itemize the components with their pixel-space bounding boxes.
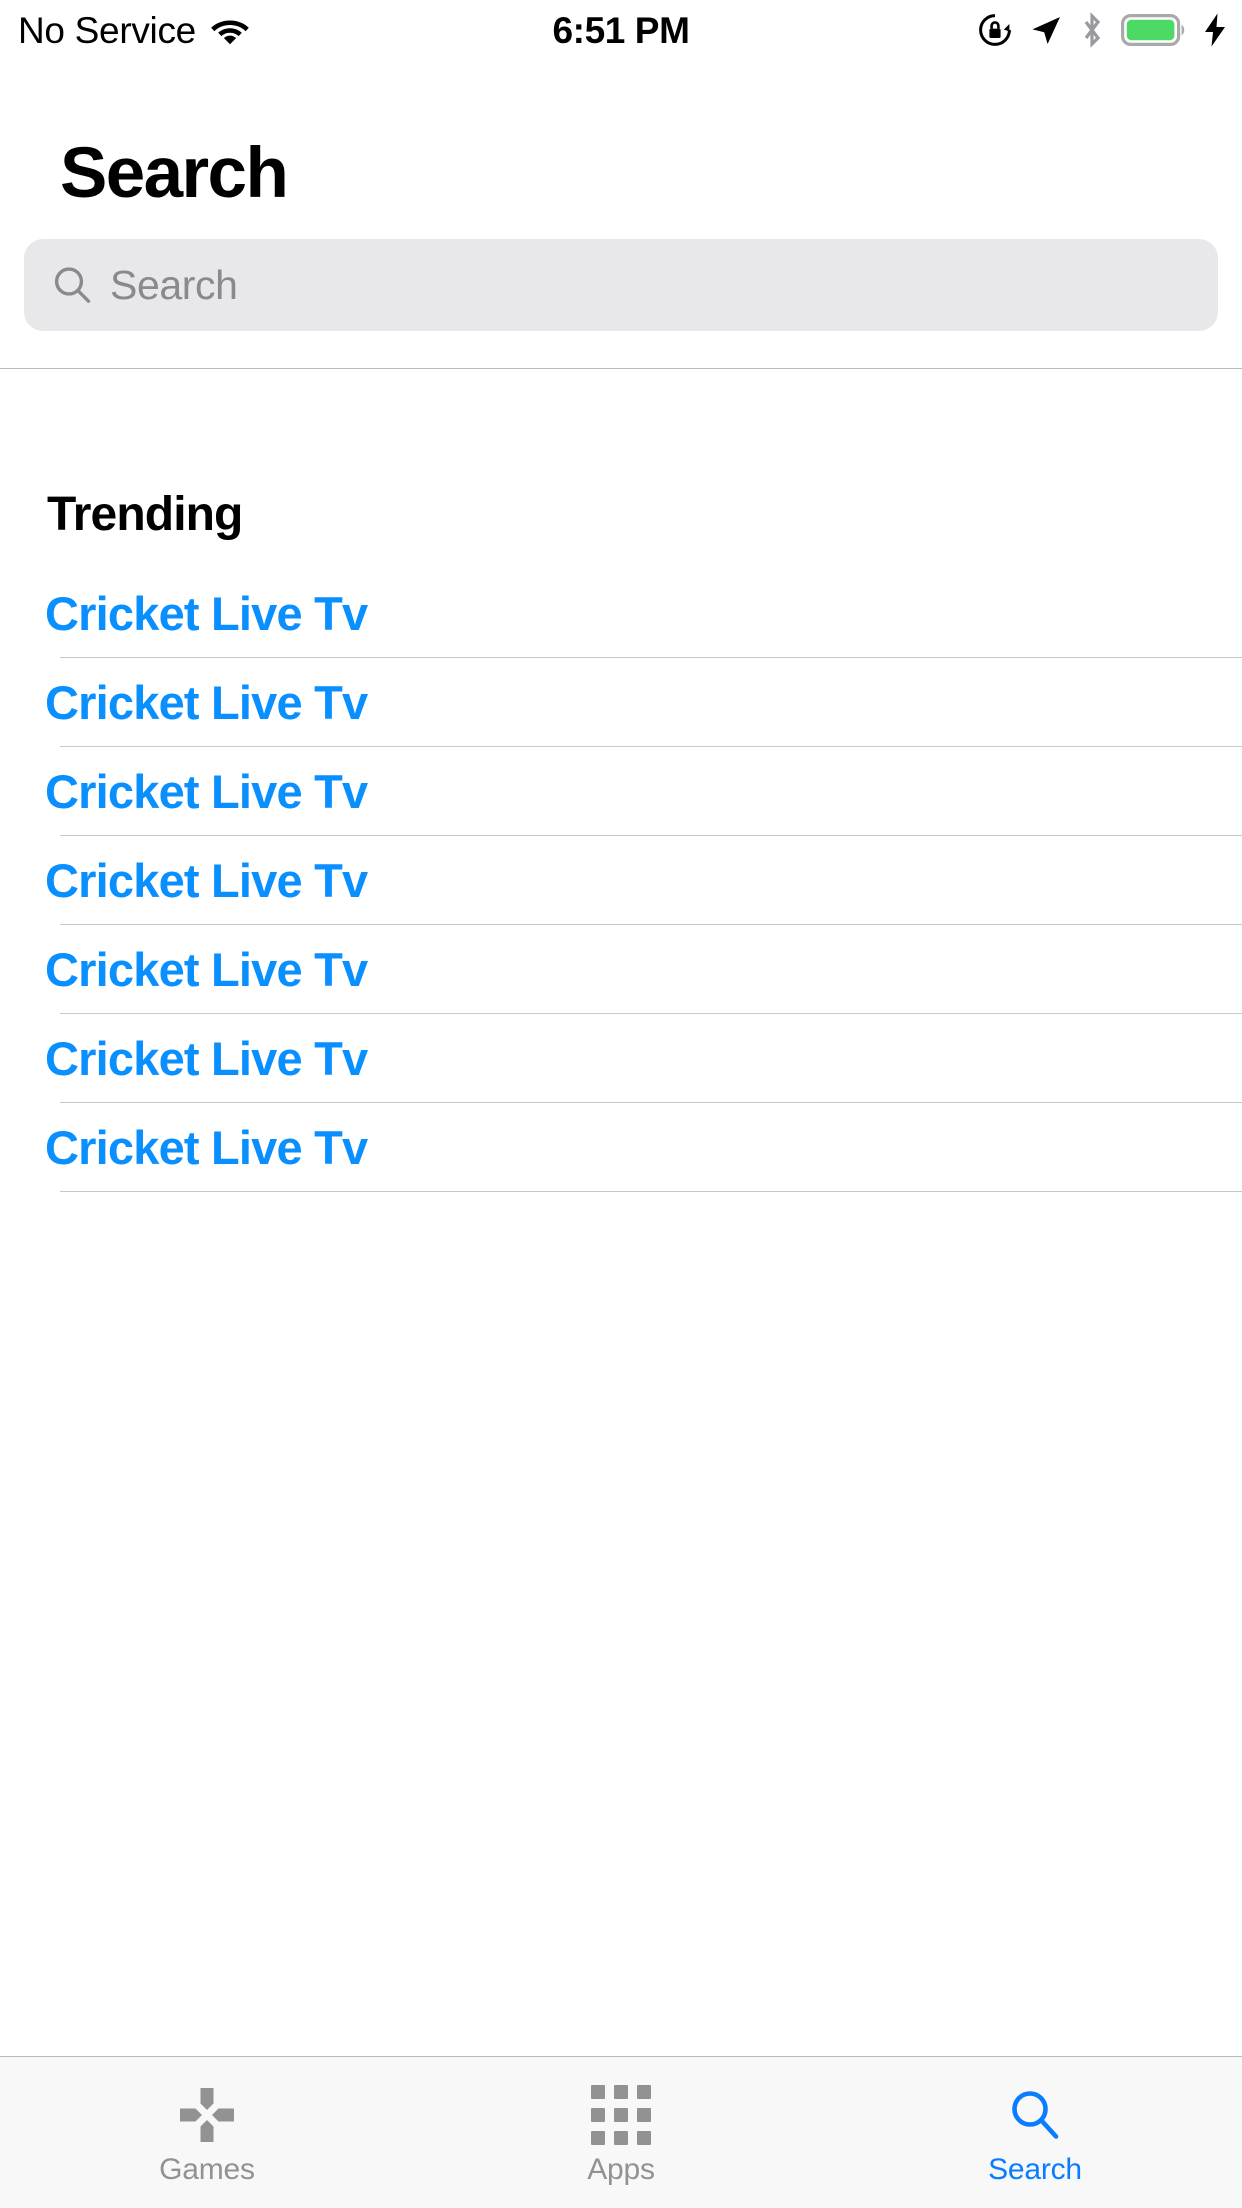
row-separator <box>60 1191 1242 1192</box>
page-title: Search <box>60 134 289 213</box>
list-item[interactable]: Cricket Live Tv <box>0 836 1242 925</box>
status-bar-right <box>978 0 1226 60</box>
grid-icon <box>591 2084 651 2146</box>
trending-term: Cricket Live Tv <box>45 765 368 818</box>
carrier-label: No Service <box>18 9 196 51</box>
section-title-trending: Trending <box>47 488 243 541</box>
status-bar: No Service 6:51 PM <box>0 0 1242 60</box>
list-item[interactable]: Cricket Live Tv <box>0 1103 1242 1192</box>
trending-list: Cricket Live Tv Cricket Live Tv Cricket … <box>0 569 1242 1192</box>
dpad-icon <box>176 2084 238 2146</box>
wifi-icon <box>211 20 249 45</box>
trending-term: Cricket Live Tv <box>45 1032 368 1085</box>
tab-bar: Games Apps Search <box>0 2056 1242 2208</box>
trending-term: Cricket Live Tv <box>45 587 368 640</box>
tab-label-apps: Apps <box>587 2153 655 2186</box>
trending-term: Cricket Live Tv <box>45 943 368 996</box>
tab-search[interactable]: Search <box>828 2057 1242 2208</box>
header: Search Search <box>0 60 1242 369</box>
trending-term: Cricket Live Tv <box>45 676 368 729</box>
search-input[interactable]: Search <box>24 239 1218 331</box>
clock-label: 6:51 PM <box>552 9 690 51</box>
content-area: Trending Cricket Live Tv Cricket Live Tv… <box>0 369 1242 2056</box>
battery-icon <box>1121 14 1185 46</box>
list-item[interactable]: Cricket Live Tv <box>0 569 1242 658</box>
search-icon <box>54 267 91 303</box>
search-icon <box>1006 2084 1064 2146</box>
bluetooth-icon <box>1084 12 1101 48</box>
search-field-container: Search <box>0 209 1242 331</box>
list-item[interactable]: Cricket Live Tv <box>0 1014 1242 1103</box>
trending-term: Cricket Live Tv <box>45 1121 368 1174</box>
list-item[interactable]: Cricket Live Tv <box>0 747 1242 836</box>
list-item[interactable]: Cricket Live Tv <box>0 658 1242 747</box>
search-placeholder: Search <box>110 261 238 308</box>
tab-apps[interactable]: Apps <box>414 2057 828 2208</box>
list-item[interactable]: Cricket Live Tv <box>0 925 1242 1014</box>
charging-bolt-icon <box>1205 13 1225 47</box>
trending-term: Cricket Live Tv <box>45 854 368 907</box>
app-screen: No Service 6:51 PM Search Search Trendin… <box>0 0 1242 2208</box>
tab-label-games: Games <box>159 2153 255 2186</box>
status-bar-left: No Service <box>18 0 250 60</box>
location-arrow-icon <box>1032 17 1060 44</box>
tab-games[interactable]: Games <box>0 2057 414 2208</box>
tab-label-search: Search <box>988 2153 1082 2186</box>
rotation-lock-icon <box>979 14 1012 46</box>
